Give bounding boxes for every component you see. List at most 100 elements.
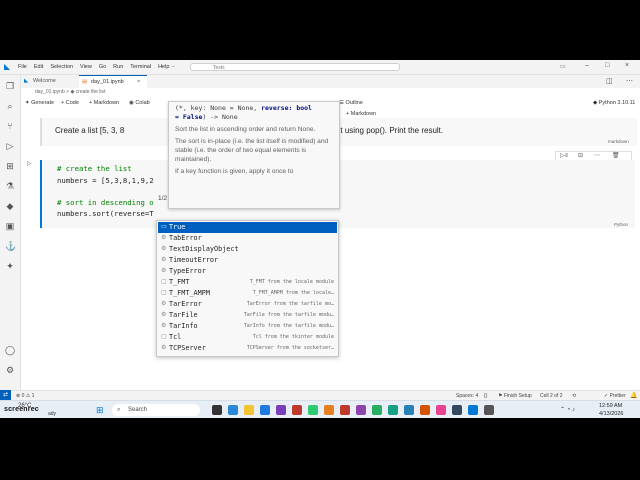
markdown-cell-language[interactable]: markdown [608,139,629,144]
settings-gear-icon[interactable]: ⚙ [5,365,15,375]
completion-item[interactable]: ⚙ TarInfo TarInfo from the tarfile modu… [158,321,337,332]
braces-icon[interactable]: {} [484,393,487,399]
docker-icon[interactable]: ⚓ [5,241,16,251]
menu-edit[interactable]: Edit [34,64,43,70]
add-markdown-button[interactable]: + Markdown [89,100,119,106]
chrome-icon[interactable] [372,405,382,415]
system-tray-icons[interactable]: ⌃ ◔ ♪ [560,406,575,413]
execute-cell-button[interactable]: ▷ [27,160,35,168]
signature-overload-counter[interactable]: 1/2 [158,195,167,202]
run-by-line-icon[interactable]: ▷≡ [560,152,568,159]
split-editor-icon[interactable]: ◫ [606,77,613,85]
remote-indicator[interactable]: ⇄ [0,390,11,400]
remote-explorer-icon[interactable]: ▣ [5,221,15,231]
start-menu-icon[interactable]: ⊞ [96,405,106,415]
maximize-icon[interactable]: □ [605,62,609,69]
completion-item[interactable]: ▢ T_FMT_AMPM T_FMT_AMPM from the locale… [158,288,337,299]
chat-icon[interactable]: ✦ [5,261,15,271]
completion-item[interactable]: ⚙ TimeoutError [158,255,337,266]
menu-selection[interactable]: Selection [50,64,73,70]
kernel-picker[interactable]: ◆ Python 3.10.11 [593,100,635,106]
layout-icon[interactable]: ▭ [560,63,566,70]
cell-indicator[interactable]: Cell 2 of 2 [540,393,563,399]
extensions-icon[interactable]: ⊞ [5,161,15,171]
menu-terminal[interactable]: Terminal [130,64,151,70]
cell-more-icon[interactable]: ⋯ [594,152,600,159]
app-icon[interactable] [324,405,334,415]
clock-time[interactable]: 12:59 AM [599,403,622,409]
app-icon[interactable] [388,405,398,415]
store-icon[interactable] [260,405,270,415]
activity-bar: ❐ ⌕ ⑂ ▷ ⊞ ⚗ ◆ ▣ ⚓ ✦ ◯ ⚙ [0,75,21,390]
code-line[interactable]: numbers.sort(reverse=T [57,209,154,218]
taskbar-search[interactable]: ⌕ Search [112,404,200,416]
outline-button[interactable]: ☰ Outline [339,100,363,106]
task-view-icon[interactable] [212,405,222,415]
close-icon[interactable]: × [625,62,629,69]
class-icon: ⚙ [161,268,167,274]
completion-item[interactable]: ⚙ TextDisplayObject [158,244,337,255]
clock-date[interactable]: 4/13/2026 [599,411,623,417]
breadcrumb[interactable]: day_01.ipynb > ◆ create the list [21,88,640,97]
class-icon: ⚙ [161,301,167,307]
completion-item[interactable]: ▢ T_FMT T_FMT from the locale module [158,277,337,288]
code-line[interactable]: # create the list [57,164,132,173]
completion-item[interactable]: ▭ True [158,222,337,233]
prettier-indicator[interactable]: ✓ Prettier [604,393,626,399]
add-code-button[interactable]: + Code [61,100,79,106]
app-icon[interactable] [356,405,366,415]
tab-welcome[interactable]: ◣ Welcome [21,75,79,88]
app-icon[interactable] [420,405,430,415]
code-cell-language[interactable]: Python [614,222,628,227]
delete-cell-icon[interactable]: 🗑 [612,152,620,159]
nav-back-icon[interactable]: ← [160,63,166,69]
class-icon: ⚙ [161,246,167,252]
finish-setup-button[interactable]: ⚑ Finish Setup [498,393,532,399]
problems-indicator[interactable]: ⊗ 0 ⚠ 1 [16,393,34,399]
sync-icon[interactable]: ⟲ [572,393,576,399]
explorer-icon[interactable]: ❐ [5,81,15,91]
menu-run[interactable]: Run [113,64,123,70]
app-icon[interactable] [452,405,462,415]
completion-item[interactable]: ▢ Tcl Tcl from the tkinter module [158,332,337,343]
completion-item[interactable]: ⚙ TarFile TarFile from the tarfile modu… [158,310,337,321]
command-center-search[interactable]: Tests [190,63,400,71]
completion-item[interactable]: ⚙ TarError TarError from the tarfile mo… [158,299,337,310]
completion-detail: TarError from the tarfile mo… [246,301,334,307]
more-actions-icon[interactable]: ⋯ [626,77,633,85]
app-icon[interactable] [340,405,350,415]
python-icon[interactable]: ◆ [5,201,15,211]
split-cell-icon[interactable]: ⊟ [578,152,583,159]
vscode-taskbar-icon[interactable] [468,405,478,415]
app-icon[interactable] [436,405,446,415]
app-icon[interactable] [404,405,414,415]
menu-view[interactable]: View [80,64,92,70]
app-icon[interactable] [276,405,286,415]
minimize-icon[interactable]: – [585,62,589,69]
file-explorer-icon[interactable] [244,405,254,415]
tab-day-01-ipynb[interactable]: ▤ day_01.ipynb × [79,75,147,88]
run-debug-icon[interactable]: ▷ [5,141,15,151]
edge-icon[interactable] [228,405,238,415]
indentation-indicator[interactable]: Spaces: 4 [456,393,478,399]
completion-item[interactable]: ⚙ TypeError [158,266,337,277]
doc-paragraph: Sort the list in ascending order and ret… [175,126,316,133]
generate-button[interactable]: ✦ Generate [25,100,54,106]
app-icon[interactable] [308,405,318,415]
menu-file[interactable]: File [18,64,27,70]
source-control-icon[interactable]: ⑂ [5,121,15,131]
code-line[interactable]: numbers = [5,3,8,1,9,2 [57,176,154,185]
notifications-bell-icon[interactable]: 🔔 [630,392,637,399]
app-icon[interactable] [484,405,494,415]
app-icon[interactable] [292,405,302,415]
code-line[interactable]: # sort in descending o [57,198,154,207]
completion-item[interactable]: ⚙ TabError [158,233,337,244]
account-icon[interactable]: ◯ [5,345,15,355]
search-icon[interactable]: ⌕ [5,101,15,111]
add-markdown-hint[interactable]: + Markdown [346,111,376,117]
testing-icon[interactable]: ⚗ [5,181,15,191]
completion-item[interactable]: ⚙ TCPServer TCPServer from the socketser… [158,343,337,354]
nav-forward-icon[interactable]: → [170,63,176,69]
menu-go[interactable]: Go [99,64,106,70]
colab-button[interactable]: ◉ Colab [129,100,150,106]
